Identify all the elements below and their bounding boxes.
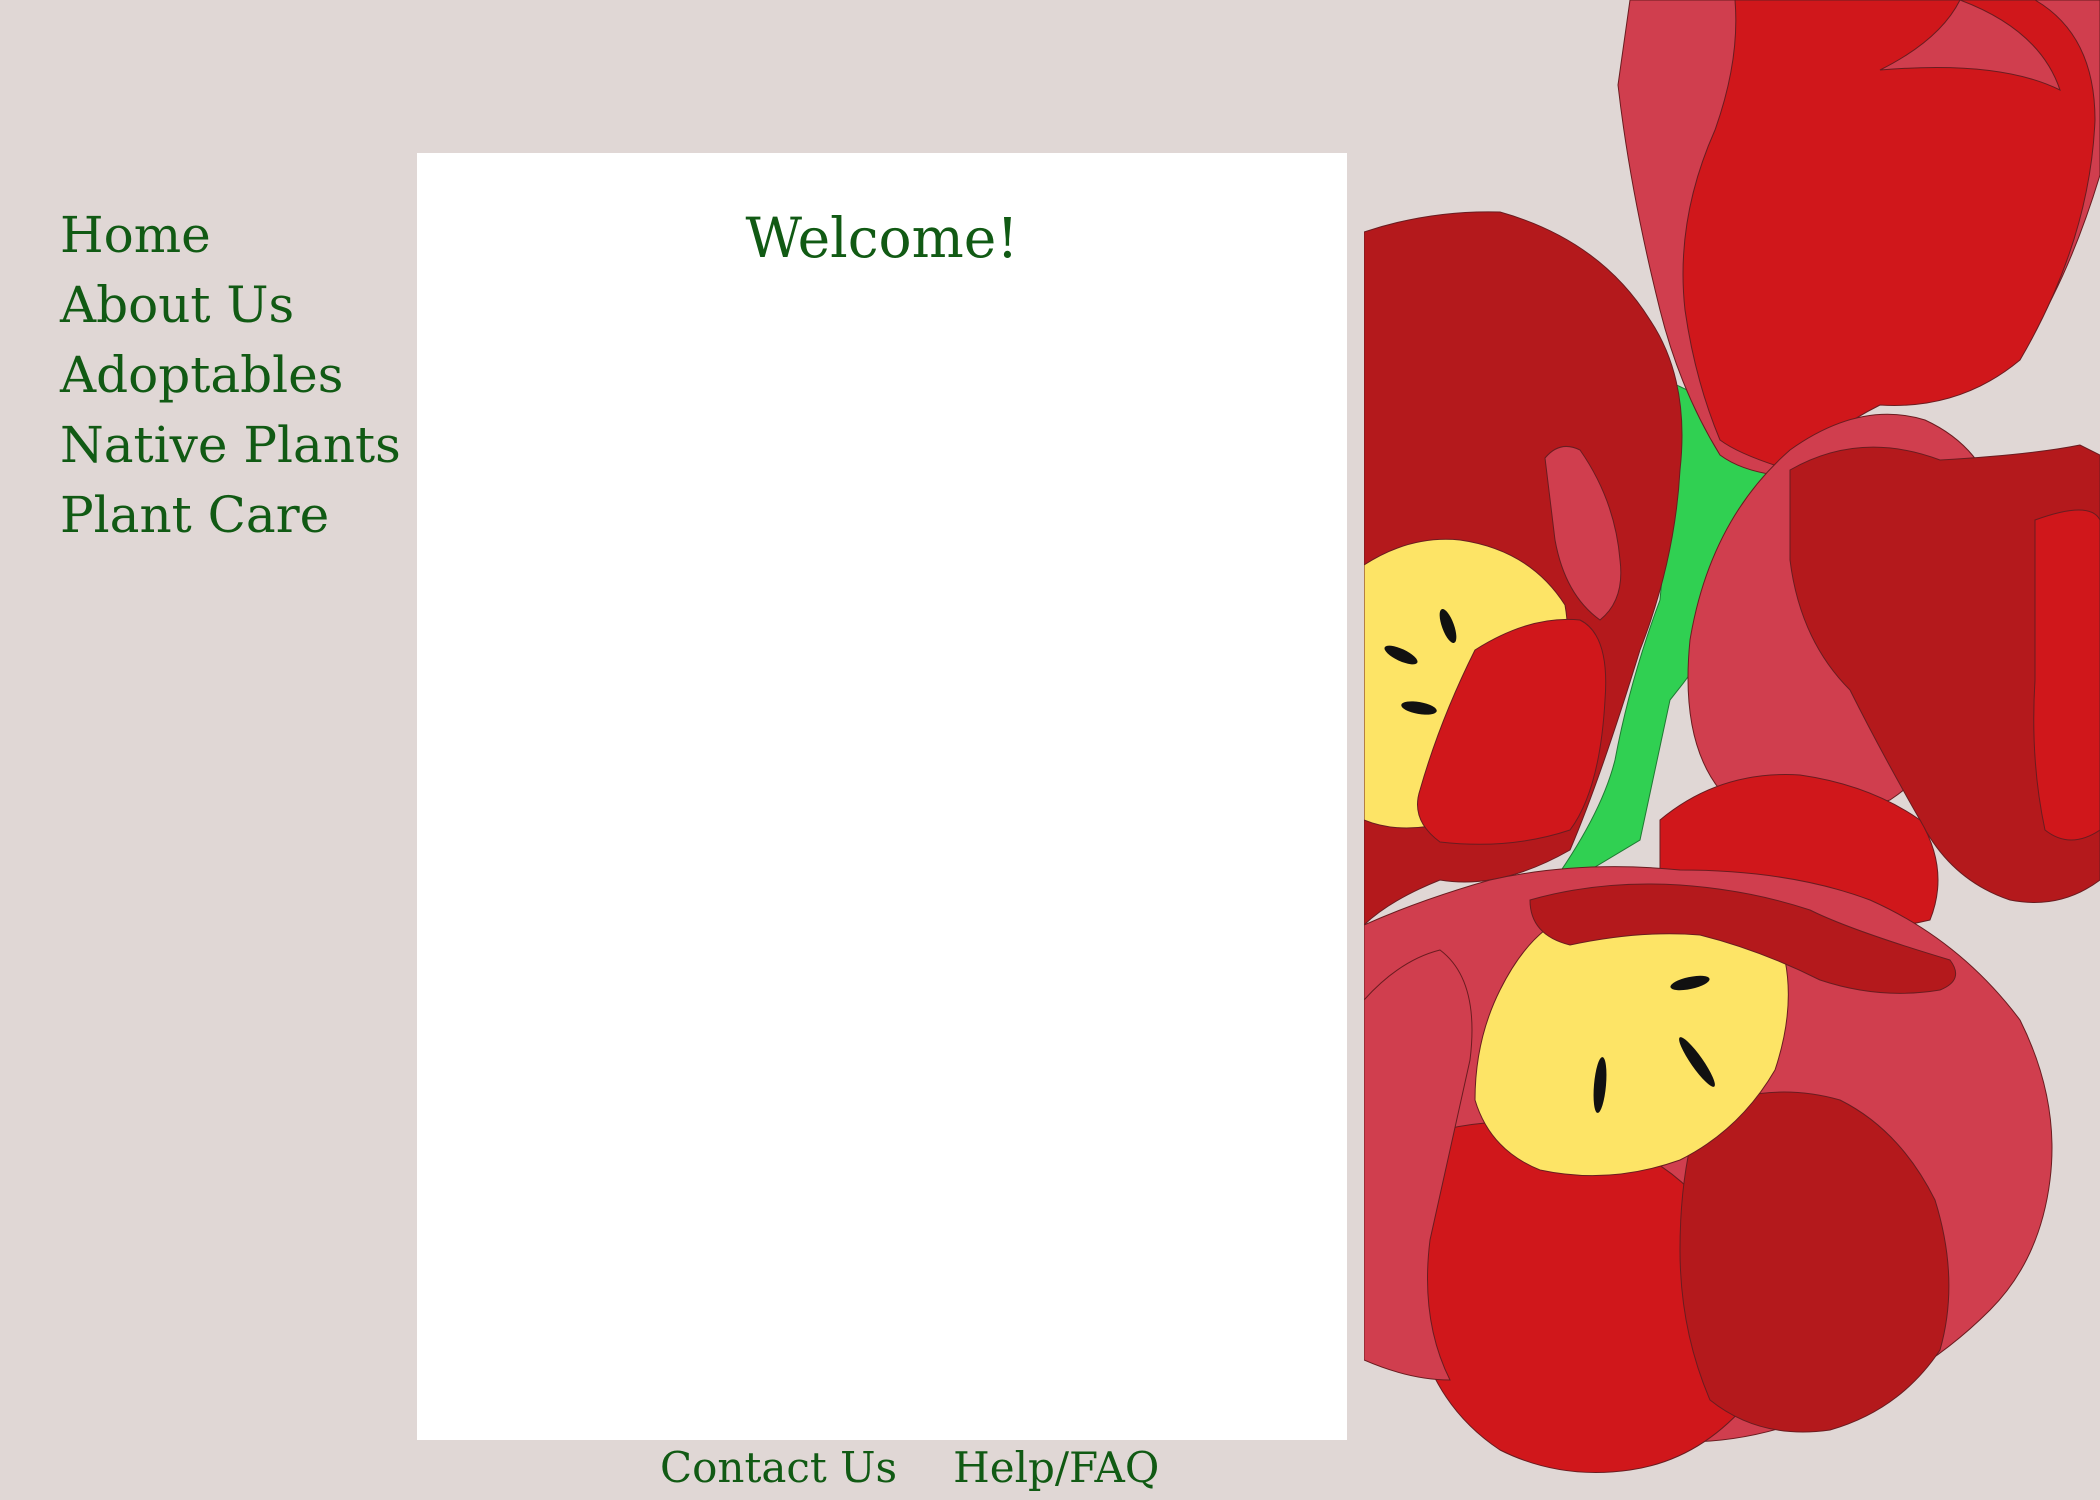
footer-link-contact-us[interactable]: Contact Us	[660, 1443, 897, 1492]
content-panel: Welcome!	[417, 153, 1347, 1440]
page-title: Welcome!	[745, 206, 1019, 270]
nav-item-adoptables[interactable]: Adoptables	[60, 340, 401, 410]
tulip-right-edge-petal	[2033, 509, 2100, 841]
nav-item-home[interactable]: Home	[60, 200, 401, 270]
nav-item-plant-care[interactable]: Plant Care	[60, 480, 401, 550]
footer-links: Contact Us Help/FAQ	[660, 1437, 1159, 1497]
footer-link-help-faq[interactable]: Help/FAQ	[953, 1443, 1159, 1492]
nav-item-native-plants[interactable]: Native Plants	[60, 410, 401, 480]
main-nav: Home About Us Adoptables Native Plants P…	[60, 200, 401, 550]
nav-item-about-us[interactable]: About Us	[60, 270, 401, 340]
tulip-illustration	[1364, 0, 2100, 1473]
